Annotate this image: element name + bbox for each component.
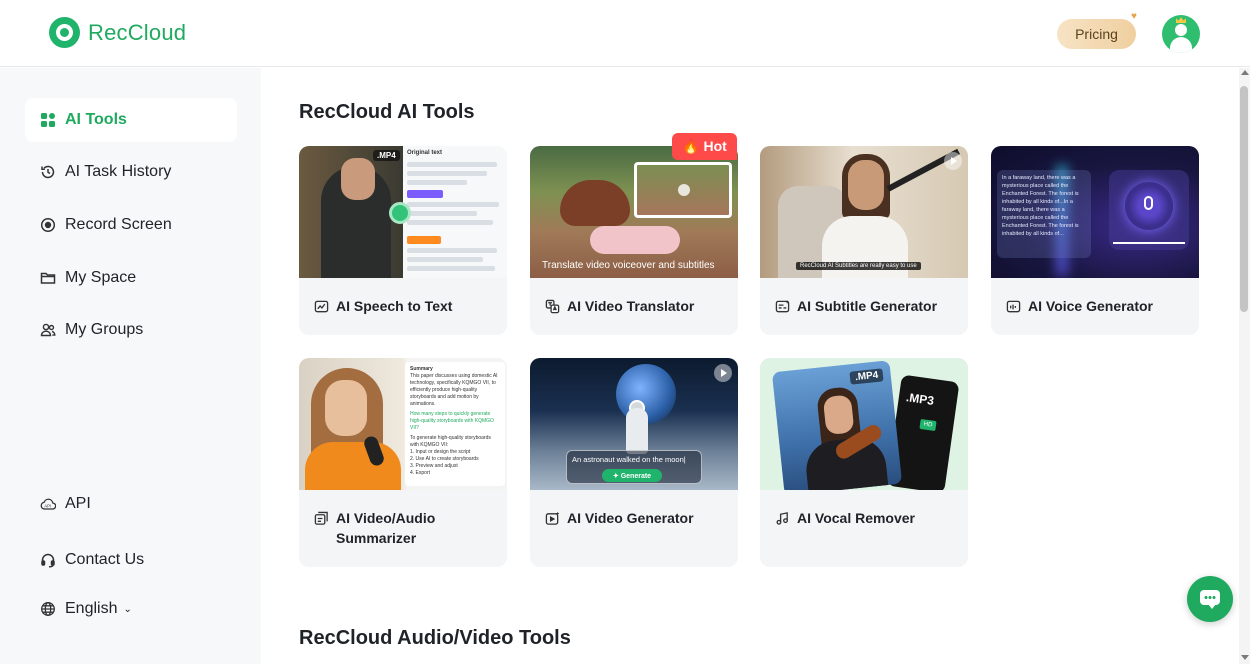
- tool-card-vocal-remover[interactable]: .MP3 HD .MP4 AI Vocal Remover: [760, 358, 968, 567]
- tool-card-video-audio-summarizer[interactable]: Summary This paper discusses using domes…: [299, 358, 507, 567]
- tool-card-voice-generator[interactable]: In a faraway land, there was a mysteriou…: [991, 146, 1199, 335]
- sidebar-item-ai-tools[interactable]: AI Tools: [25, 98, 237, 142]
- translate-icon: [545, 299, 560, 314]
- record-icon: [39, 217, 56, 234]
- scroll-up-arrow-icon[interactable]: [1241, 70, 1249, 75]
- speech-to-text-icon: [314, 300, 329, 313]
- logo-text: RecCloud: [88, 19, 187, 45]
- tool-card-subtitle-generator[interactable]: RecCloud AI Subtitles are really easy to…: [760, 146, 968, 335]
- history-icon: [39, 164, 56, 181]
- summarize-icon: [314, 511, 328, 525]
- voice-icon: [1006, 300, 1021, 313]
- tool-card-label: AI Video Translator: [567, 298, 695, 314]
- heart-icon: ♥: [1131, 11, 1137, 22]
- svg-text:API: API: [44, 503, 51, 508]
- refresh-icon: [389, 202, 411, 224]
- headset-icon: [39, 552, 56, 569]
- sidebar-item-my-space[interactable]: My Space: [25, 256, 237, 300]
- api-cloud-icon: API: [39, 496, 56, 513]
- main-content: RecCloud AI Tools Original text .MP4 AI …: [261, 68, 1239, 664]
- hot-badge: 🔥 Hot: [672, 133, 737, 160]
- sidebar-item-ai-task-history[interactable]: AI Task History: [25, 150, 237, 194]
- logo[interactable]: RecCloud: [49, 17, 186, 48]
- chat-support-button[interactable]: [1187, 576, 1233, 622]
- section-title-audio-video-tools: RecCloud Audio/Video Tools: [299, 627, 571, 649]
- section-title-ai-tools: RecCloud AI Tools: [299, 101, 475, 123]
- chevron-down-icon: ⌄: [123, 603, 132, 615]
- tool-card-video-translator[interactable]: Translate video voiceover and subtitles …: [530, 146, 738, 335]
- scroll-down-arrow-icon[interactable]: [1241, 655, 1249, 660]
- music-note-icon: [776, 512, 788, 525]
- voice-generator-thumbnail: In a faraway land, there was a mysteriou…: [991, 146, 1199, 278]
- tool-card-label: AI Speech to Text: [336, 298, 453, 314]
- subtitle-icon: [775, 299, 790, 313]
- play-icon: [944, 152, 962, 170]
- tool-card-label: AI Voice Generator: [1028, 298, 1154, 314]
- play-icon: [678, 184, 690, 196]
- video-translator-thumbnail: Translate video voiceover and subtitles: [530, 146, 738, 278]
- sidebar-item-api[interactable]: API API: [25, 482, 237, 526]
- microphone-icon: [1144, 196, 1153, 210]
- summarizer-thumbnail: Summary This paper discusses using domes…: [299, 358, 507, 490]
- tool-card-label: AI Vocal Remover: [797, 510, 916, 526]
- scrollbar-thumb[interactable]: [1240, 86, 1248, 312]
- video-generator-thumbnail: An astronaut walked on the moon| ✦ Gener…: [530, 358, 738, 490]
- grid-icon: [39, 112, 56, 129]
- globe-icon: [39, 601, 56, 618]
- sidebar-item-label: API: [65, 495, 91, 512]
- vocal-remover-thumbnail: .MP3 HD .MP4: [760, 358, 968, 490]
- language-selector[interactable]: English ⌄: [25, 587, 237, 631]
- folder-icon: [39, 270, 56, 287]
- sidebar-item-my-groups[interactable]: My Groups: [25, 308, 237, 352]
- sidebar-item-label: Record Screen: [65, 216, 172, 233]
- reccloud-logo-icon: [49, 17, 80, 48]
- sidebar-item-label: My Space: [65, 269, 137, 286]
- sidebar-item-label: Contact Us: [65, 551, 145, 568]
- sidebar-item-label: AI Task History: [65, 163, 172, 180]
- play-icon: [714, 364, 732, 382]
- sidebar-item-record-screen[interactable]: Record Screen: [25, 203, 237, 247]
- groups-icon: [39, 322, 56, 339]
- language-label: English: [65, 600, 118, 617]
- speech-to-text-thumbnail: Original text .MP4: [299, 146, 507, 278]
- top-bar: RecCloud Pricing ♥: [0, 0, 1250, 67]
- sidebar: AI Tools AI Task History Record Screen M…: [0, 68, 261, 664]
- subtitle-generator-thumbnail: RecCloud AI Subtitles are really easy to…: [760, 146, 968, 278]
- crown-icon: [1176, 17, 1186, 23]
- sidebar-item-contact-us[interactable]: Contact Us: [25, 538, 237, 582]
- tool-card-label: AI Subtitle Generator: [797, 298, 938, 314]
- pricing-button[interactable]: Pricing: [1057, 19, 1136, 49]
- tool-card-label: AI Video/Audio Summarizer: [336, 510, 436, 546]
- video-generate-icon: [545, 511, 560, 525]
- tool-card-speech-to-text[interactable]: Original text .MP4 AI Speech to Text: [299, 146, 507, 335]
- sidebar-item-label: My Groups: [65, 321, 144, 338]
- user-avatar[interactable]: [1162, 15, 1200, 53]
- sidebar-item-label: AI Tools: [65, 111, 127, 128]
- tool-card-label: AI Video Generator: [567, 510, 694, 526]
- tool-card-video-generator[interactable]: An astronaut walked on the moon| ✦ Gener…: [530, 358, 738, 567]
